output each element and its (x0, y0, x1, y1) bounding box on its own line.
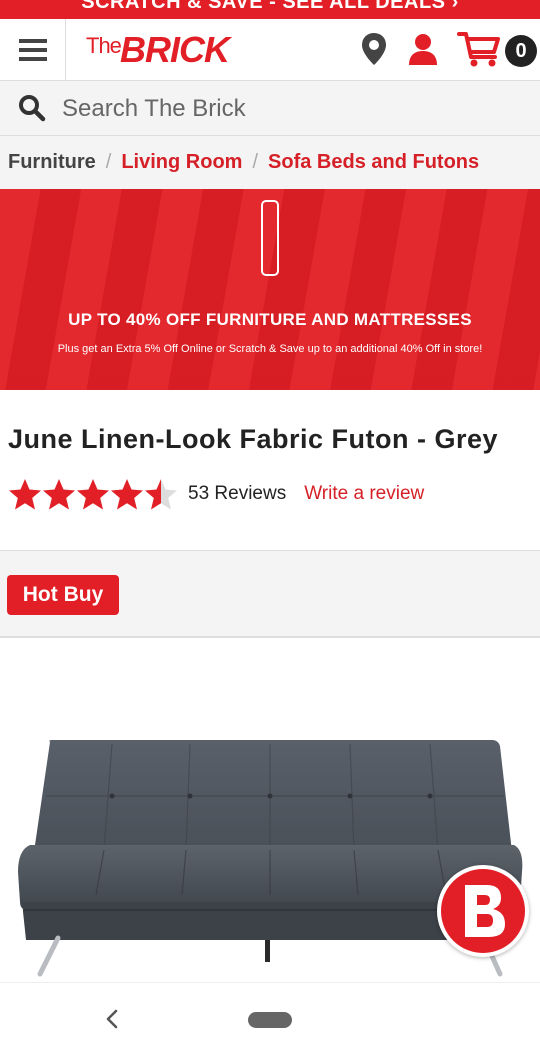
banner-title: UP TO 40% OFF FURNITURE AND MATTRESSES (68, 310, 472, 329)
banner-subtitle: Plus get an Extra 5% Off Online or Scrat… (57, 343, 483, 355)
brick-b-icon (465, 885, 505, 937)
half-star-icon (145, 478, 177, 509)
site-header: The BRICK 0 (0, 19, 540, 81)
scratch-card-icon (261, 200, 279, 276)
cart-button[interactable] (456, 29, 502, 69)
logo-the-text: The (86, 33, 122, 58)
menu-icon (18, 39, 47, 61)
account-icon (409, 34, 437, 65)
star-icon (77, 478, 109, 509)
breadcrumb: Furniture / Living Room / Sofa Beds and … (0, 136, 540, 189)
menu-button[interactable] (0, 19, 66, 81)
cart-count-badge[interactable]: 0 (505, 35, 537, 67)
product-rating: 53 Reviews Write a review (8, 477, 424, 511)
chat-button[interactable] (437, 865, 529, 957)
star-icon (43, 478, 75, 509)
search-icon[interactable] (18, 94, 46, 122)
cart-icon (457, 32, 500, 67)
promo-strip[interactable]: SCRATCH & SAVE - SEE ALL DEALS › (0, 0, 540, 19)
system-nav-bar (0, 982, 540, 1054)
home-pill-button[interactable] (248, 1012, 292, 1028)
product-title: June Linen-Look Fabric Futon - Grey (8, 424, 499, 454)
breadcrumb-living-room[interactable]: Living Room (121, 151, 242, 174)
breadcrumb-separator: / (252, 151, 259, 173)
reviews-count-link[interactable]: 53 Reviews (188, 483, 286, 505)
promo-strip-text[interactable]: SCRATCH & SAVE - SEE ALL DEALS › (0, 0, 540, 14)
account-button[interactable] (405, 29, 441, 69)
location-pin-icon (362, 33, 386, 65)
store-locator-button[interactable] (356, 29, 392, 69)
breadcrumb-sofa-beds[interactable]: Sofa Beds and Futons (268, 151, 479, 174)
back-icon[interactable] (100, 1005, 124, 1033)
breadcrumb-separator: / (105, 151, 112, 173)
write-review-link[interactable]: Write a review (304, 483, 424, 505)
badge-row: Hot Buy (0, 550, 540, 638)
star-icon (9, 478, 41, 509)
hot-buy-badge: Hot Buy (7, 575, 119, 615)
breadcrumb-furniture[interactable]: Furniture (8, 151, 96, 174)
search-input[interactable] (62, 91, 522, 127)
logo-brick-text: BRICK (120, 29, 230, 70)
star-rating[interactable] (8, 478, 178, 511)
search-bar (0, 81, 540, 136)
star-icon (111, 478, 143, 509)
promo-banner[interactable]: UP TO 40% OFF FURNITURE AND MATTRESSES P… (0, 189, 540, 390)
